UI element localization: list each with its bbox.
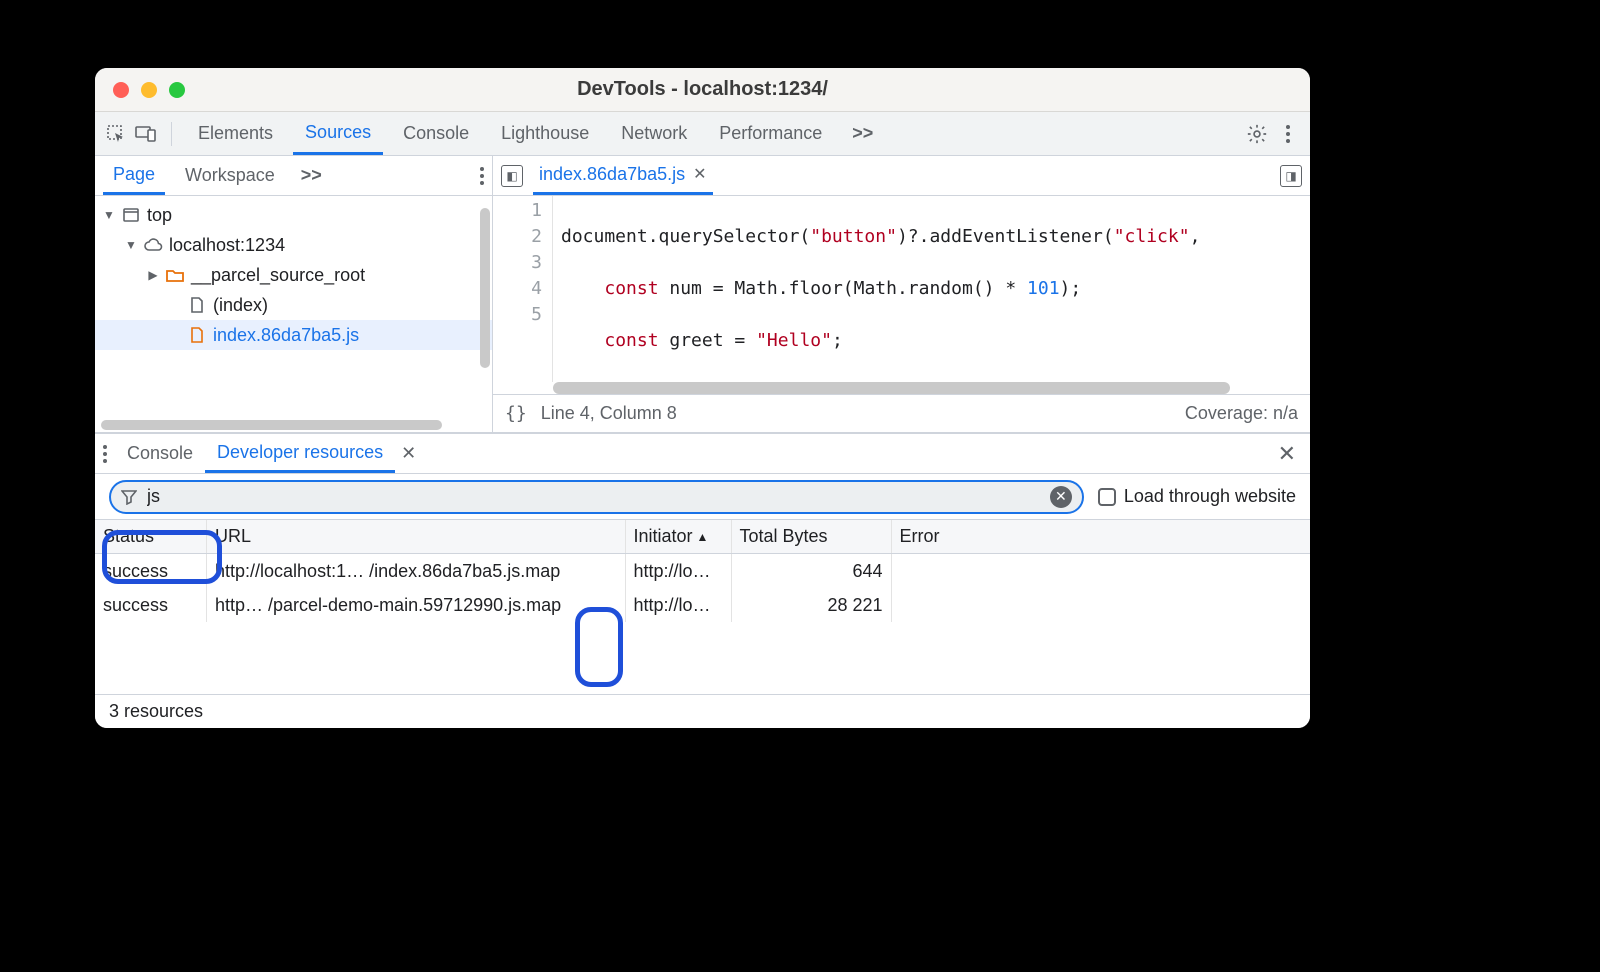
editor-tabbar: ◧ index.86da7ba5.js ✕ ◨ bbox=[493, 156, 1310, 196]
clear-filter-icon[interactable]: ✕ bbox=[1050, 486, 1072, 508]
navigator-tab-workspace[interactable]: Workspace bbox=[175, 156, 285, 195]
inspect-icon[interactable] bbox=[105, 124, 127, 144]
cell-url: http://localhost:1… /index.86da7ba5.js.m… bbox=[207, 554, 626, 588]
folder-icon bbox=[165, 268, 185, 282]
cell-initiator: http://lo… bbox=[626, 588, 732, 622]
cursor-position: Line 4, Column 8 bbox=[541, 403, 677, 424]
navigator-scrollbar-vertical[interactable] bbox=[480, 208, 490, 368]
file-tree[interactable]: ▼ top ▼ localhost:1234 ▶ __parcel_source… bbox=[95, 196, 492, 418]
dev-resources-table: Status URL Initiator▲ Total Bytes Error … bbox=[95, 520, 1310, 694]
minimize-window-button[interactable] bbox=[141, 82, 157, 98]
tree-domain[interactable]: ▼ localhost:1234 bbox=[95, 230, 492, 260]
main-menu-icon[interactable] bbox=[1286, 123, 1290, 145]
col-url[interactable]: URL bbox=[207, 520, 626, 553]
navigator-scrollbar-horizontal[interactable] bbox=[101, 420, 442, 430]
traffic-lights bbox=[95, 82, 185, 98]
tree-label: __parcel_source_root bbox=[191, 265, 365, 286]
col-error[interactable]: Error bbox=[892, 520, 1311, 553]
load-through-website-label: Load through website bbox=[1124, 486, 1296, 507]
load-through-website-toggle[interactable]: Load through website bbox=[1098, 486, 1296, 507]
table-row[interactable]: success http://localhost:1… /index.86da7… bbox=[95, 554, 1310, 588]
editor-tab[interactable]: index.86da7ba5.js ✕ bbox=[533, 156, 713, 195]
editor-scrollbar-horizontal[interactable] bbox=[553, 382, 1230, 394]
cell-error bbox=[892, 554, 1311, 588]
cell-url: http… /parcel-demo-main.59712990.js.map bbox=[207, 588, 626, 622]
cell-bytes: 644 bbox=[732, 554, 892, 588]
editor-statusbar: {} Line 4, Column 8 Coverage: n/a bbox=[493, 394, 1310, 432]
main-tabstrip: Elements Sources Console Lighthouse Netw… bbox=[95, 112, 1310, 156]
navigator-tabs-overflow[interactable]: >> bbox=[295, 165, 328, 186]
table-header: Status URL Initiator▲ Total Bytes Error bbox=[95, 520, 1310, 554]
close-tab-icon[interactable]: ✕ bbox=[693, 164, 706, 184]
tab-elements[interactable]: Elements bbox=[186, 112, 285, 155]
close-window-button[interactable] bbox=[113, 82, 129, 98]
navigator-pane: Page Workspace >> ▼ top ▼ localhost:1234 bbox=[95, 156, 493, 432]
navigator-menu-icon[interactable] bbox=[480, 167, 484, 185]
cloud-icon bbox=[143, 238, 163, 252]
drawer: Console Developer resources ✕ ✕ ✕ Load t… bbox=[95, 433, 1310, 728]
pretty-print-icon[interactable]: {} bbox=[505, 403, 527, 424]
coverage-status: Coverage: n/a bbox=[1185, 403, 1298, 424]
titlebar: DevTools - localhost:1234/ bbox=[95, 68, 1310, 112]
window-title: DevTools - localhost:1234/ bbox=[95, 78, 1310, 101]
cell-bytes: 28 221 bbox=[732, 588, 892, 622]
col-status[interactable]: Status bbox=[95, 520, 207, 553]
tree-label: index.86da7ba5.js bbox=[213, 325, 359, 346]
code-editor[interactable]: 1 2 3 4 5 document.querySelector("button… bbox=[493, 196, 1310, 382]
tree-top[interactable]: ▼ top bbox=[95, 200, 492, 230]
navigator-tabs: Page Workspace >> bbox=[95, 156, 492, 196]
cell-error bbox=[892, 588, 1311, 622]
checkbox-icon[interactable] bbox=[1098, 488, 1116, 506]
drawer-tabbar: Console Developer resources ✕ ✕ bbox=[95, 434, 1310, 474]
settings-gear-icon[interactable] bbox=[1246, 123, 1268, 145]
sort-asc-icon: ▲ bbox=[697, 530, 709, 544]
close-drawer-tab-icon[interactable]: ✕ bbox=[401, 443, 416, 464]
tab-console[interactable]: Console bbox=[391, 112, 481, 155]
filter-input[interactable] bbox=[147, 486, 1040, 507]
drawer-footer: 3 resources bbox=[95, 694, 1310, 728]
filter-toolbar: ✕ Load through website bbox=[95, 474, 1310, 520]
tabs-overflow-button[interactable]: >> bbox=[842, 123, 883, 144]
drawer-tab-developer-resources[interactable]: Developer resources bbox=[205, 434, 395, 473]
tree-label: top bbox=[147, 205, 172, 226]
document-icon bbox=[187, 297, 207, 313]
tree-file-js[interactable]: index.86da7ba5.js bbox=[95, 320, 492, 350]
line-gutter: 1 2 3 4 5 bbox=[493, 196, 553, 382]
editor-pane: ◧ index.86da7ba5.js ✕ ◨ 1 2 3 4 5 docume… bbox=[493, 156, 1310, 432]
frame-icon bbox=[121, 208, 141, 222]
tree-folder[interactable]: ▶ __parcel_source_root bbox=[95, 260, 492, 290]
editor-tab-label: index.86da7ba5.js bbox=[539, 164, 685, 185]
tree-label: (index) bbox=[213, 295, 268, 316]
cell-status: success bbox=[95, 554, 207, 588]
zoom-window-button[interactable] bbox=[169, 82, 185, 98]
table-body: success http://localhost:1… /index.86da7… bbox=[95, 554, 1310, 694]
filter-icon bbox=[121, 489, 137, 505]
device-toggle-icon[interactable] bbox=[135, 125, 157, 143]
navigator-tab-page[interactable]: Page bbox=[103, 156, 165, 195]
toggle-debugger-icon[interactable]: ◨ bbox=[1280, 165, 1302, 187]
toggle-navigator-icon[interactable]: ◧ bbox=[501, 165, 523, 187]
tab-network[interactable]: Network bbox=[609, 112, 699, 155]
tree-file-index[interactable]: (index) bbox=[95, 290, 492, 320]
drawer-tab-console[interactable]: Console bbox=[115, 434, 205, 473]
cell-status: success bbox=[95, 588, 207, 622]
sources-workspace: Page Workspace >> ▼ top ▼ localhost:1234 bbox=[95, 156, 1310, 433]
tab-sources[interactable]: Sources bbox=[293, 112, 383, 155]
script-icon bbox=[187, 327, 207, 343]
code-lines[interactable]: document.querySelector("button")?.addEve… bbox=[553, 196, 1310, 382]
tab-performance[interactable]: Performance bbox=[707, 112, 834, 155]
tab-lighthouse[interactable]: Lighthouse bbox=[489, 112, 601, 155]
col-initiator[interactable]: Initiator▲ bbox=[626, 520, 732, 553]
close-drawer-icon[interactable]: ✕ bbox=[1272, 441, 1302, 467]
resource-count: 3 resources bbox=[109, 701, 203, 722]
tree-label: localhost:1234 bbox=[169, 235, 285, 256]
col-total-bytes[interactable]: Total Bytes bbox=[732, 520, 892, 553]
filter-box: ✕ bbox=[109, 480, 1084, 514]
devtools-window: DevTools - localhost:1234/ Elements Sour… bbox=[95, 68, 1310, 728]
drawer-menu-icon[interactable] bbox=[103, 445, 107, 463]
table-row[interactable]: success http… /parcel-demo-main.59712990… bbox=[95, 588, 1310, 622]
cell-initiator: http://lo… bbox=[626, 554, 732, 588]
